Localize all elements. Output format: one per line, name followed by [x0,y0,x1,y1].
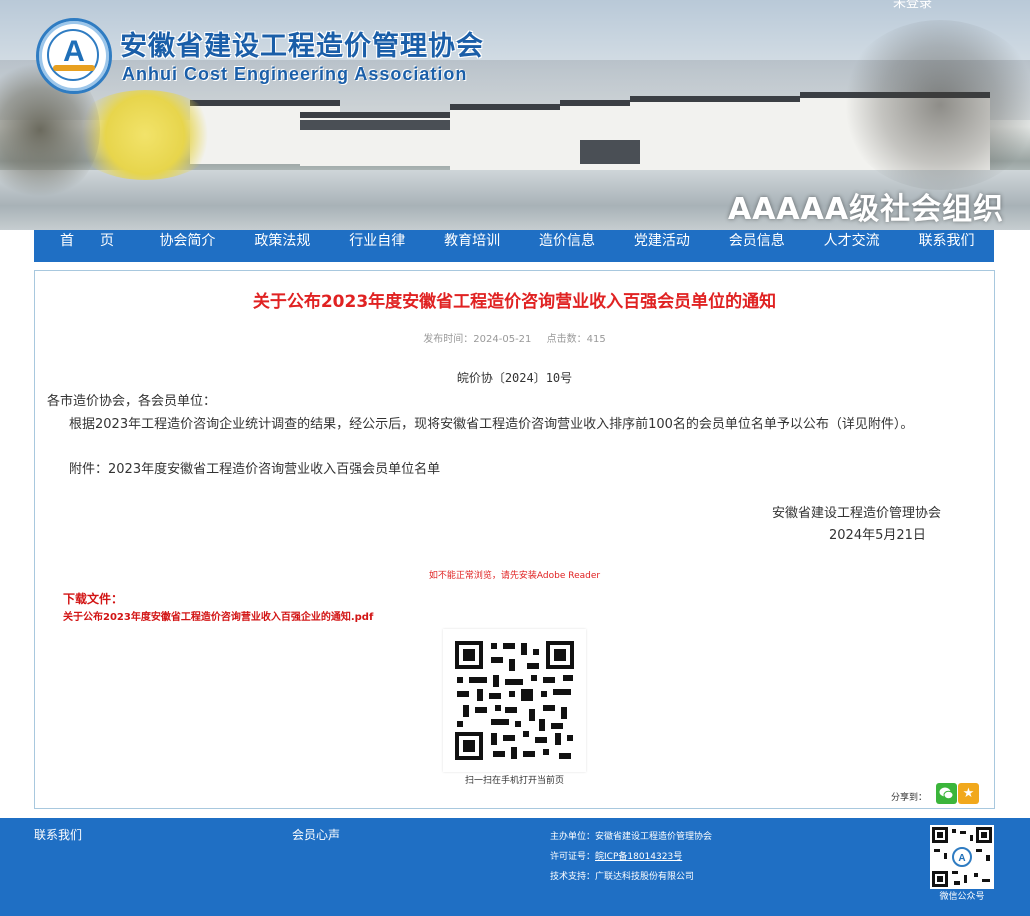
article-body: 根据2023年工程造价咨询企业统计调查的结果，经公示后，现将安徽省工程造价咨询营… [69,417,914,432]
attachment-note: 附件：2023年度安徽省工程造价咨询营业收入百强会员单位名单 [69,462,441,477]
reader-tip: 如不能正常浏览，请先安装Adobe Reader [428,571,601,581]
footer-license: 许可证号：皖ICP备18014323号 [550,849,682,862]
banner-roof [300,120,450,130]
logo-letter: A [63,35,85,68]
org-name-en: Anhui Cost Engineering Association [122,64,468,84]
header-banner: A 安徽省建设工程造价管理协会 Anhui Cost Engineering A… [0,0,1030,230]
footer-tech-support: 技术支持：广联达科技股份有限公司 [550,872,695,882]
download-file-link[interactable]: 关于公布2023年度安徽省工程造价咨询营业收入百强企业的通知.pdf [63,608,373,623]
wechat-qr-code: A [930,825,994,889]
license-label: 许可证号： [550,852,596,862]
nav-item-home[interactable]: 首页 [34,230,140,262]
article-panel: 关于公布2023年度安徽省工程造价咨询营业收入百强会员单位的通知 发布时间：20… [34,270,995,809]
banner-tree [840,20,1030,190]
logo-bar [53,65,95,71]
nav-item-talent[interactable]: 人才交流 [804,230,899,262]
login-link[interactable]: 未登录 [893,0,932,11]
svg-text:A: A [958,853,965,864]
page-qr-code [443,629,586,772]
signature-org: 安徽省建设工程造价管理协会 [772,506,942,521]
org-name-cn: 安徽省建设工程造价管理协会 [120,31,484,62]
main-nav: 首页 协会简介 政策法规 行业自律 教育培训 造价信息 党建活动 会员信息 人才… [34,230,994,262]
qr-caption: 扫一扫在手机打开当前页 [464,776,564,786]
footer-member-voice-link[interactable]: 会员心声 [292,826,340,843]
article-title: 关于公布2023年度安徽省工程造价咨询营业收入百强会员单位的通知 [252,292,777,312]
banner-building [630,96,800,176]
wechat-caption: 微信公众号 [939,892,985,902]
banner-roof [580,140,640,164]
wechat-icon [939,787,954,800]
association-logo: A [36,18,112,94]
qr-code-icon [453,639,577,763]
download-label: 下载文件： [63,592,124,606]
footer-host: 主办单位：安徽省建设工程造价管理协会 [550,832,713,842]
signature-date: 2024年5月21日 [829,528,926,543]
nav-item-party[interactable]: 党建活动 [614,230,709,262]
nav-item-members[interactable]: 会员信息 [709,230,804,262]
click-count: 点击数：415 [546,334,606,345]
nav-item-training[interactable]: 教育培训 [425,230,520,262]
article-meta: 发布时间：2024-05-21 点击数：415 [35,330,994,345]
nav-item-cost-info[interactable]: 造价信息 [520,230,615,262]
salutation: 各市造价协会，各会员单位： [47,394,217,409]
slogan: AAAAA级社会组织 [728,192,1005,227]
license-link[interactable]: 皖ICP备18014323号 [595,852,682,862]
nav-item-contact[interactable]: 联系我们 [899,230,994,262]
favorite-share-button[interactable]: ★ [958,783,979,804]
wechat-share-button[interactable] [936,783,957,804]
nav-item-self-discipline[interactable]: 行业自律 [330,230,425,262]
star-icon: ★ [962,786,975,801]
footer-contact-link[interactable]: 联系我们 [34,826,82,843]
publish-time: 发布时间：2024-05-21 [423,334,532,345]
share-label: 分享到： [891,793,928,803]
footer: 联系我们 会员心声 主办单位：安徽省建设工程造价管理协会 许可证号：皖ICP备1… [0,818,1030,916]
nav-item-policy[interactable]: 政策法规 [235,230,330,262]
nav-item-about[interactable]: 协会简介 [140,230,235,262]
wechat-qr-icon: A [932,827,992,887]
document-number: 皖价协〔2024〕10号 [456,371,573,385]
